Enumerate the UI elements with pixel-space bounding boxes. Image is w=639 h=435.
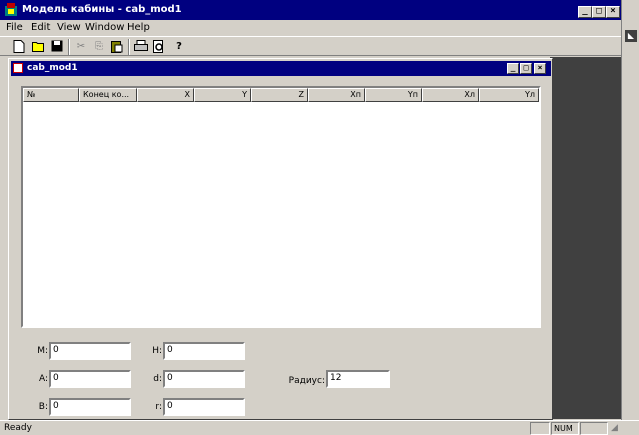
- column-yl[interactable]: Yл: [479, 88, 539, 102]
- list-header: № Конец ко... X Y Z Xп Yп Xл Yл: [23, 88, 539, 102]
- child-close-button[interactable]: ×: [534, 63, 546, 74]
- child-title: cab_mod1: [27, 63, 78, 73]
- paste-icon[interactable]: [110, 40, 124, 54]
- radius-input[interactable]: 12: [326, 370, 390, 388]
- column-number[interactable]: №: [23, 88, 79, 102]
- field-a-input[interactable]: 0: [49, 370, 131, 388]
- menu-help[interactable]: Help: [127, 22, 150, 33]
- field-r-label: r:: [155, 402, 162, 412]
- child-maximize-button[interactable]: □: [520, 63, 532, 74]
- field-m-label: M:: [37, 346, 48, 356]
- child-minimize-button[interactable]: _: [507, 63, 519, 74]
- app-title: Модель кабины - cab_mod1: [22, 4, 182, 15]
- status-pane-scroll: [580, 422, 608, 435]
- menu-view[interactable]: View: [57, 22, 81, 33]
- copy-icon[interactable]: ⎘: [92, 40, 106, 54]
- save-icon[interactable]: [50, 40, 64, 54]
- menu-bar: File Edit View Window Help: [0, 20, 621, 36]
- new-icon[interactable]: [12, 40, 26, 54]
- print-icon[interactable]: [134, 40, 148, 54]
- child-title-bar[interactable]: cab_mod1 _ □ ×: [11, 61, 551, 76]
- column-x[interactable]: X: [137, 88, 194, 102]
- menu-edit[interactable]: Edit: [31, 22, 50, 33]
- field-a-label: A:: [38, 374, 48, 384]
- help-icon[interactable]: ?: [172, 40, 186, 54]
- app-title-bar[interactable]: Модель кабины - cab_mod1 _ □ ×: [0, 0, 639, 20]
- toolbar: ✂ ⎘ ?: [0, 36, 621, 56]
- maximize-button[interactable]: □: [592, 6, 606, 18]
- column-xl[interactable]: Xл: [422, 88, 479, 102]
- points-list[interactable]: № Конец ко... X Y Z Xп Yп Xл Yл: [21, 86, 541, 328]
- toolbar-separator: [68, 39, 70, 55]
- close-button[interactable]: ×: [606, 6, 620, 18]
- cut-icon[interactable]: ✂: [74, 40, 88, 54]
- print-preview-icon[interactable]: [152, 40, 166, 54]
- field-h-input[interactable]: 0: [163, 342, 245, 360]
- field-b-label: B:: [38, 402, 48, 412]
- radius-label: Радиус:: [288, 376, 325, 386]
- open-icon[interactable]: [32, 40, 46, 54]
- field-d-input[interactable]: 0: [163, 370, 245, 388]
- menu-file[interactable]: File: [6, 22, 23, 33]
- resize-grip[interactable]: ◢: [611, 423, 623, 435]
- status-pane-num: NUM: [551, 422, 579, 435]
- mdi-client-area: [550, 57, 621, 419]
- column-z[interactable]: Z: [251, 88, 308, 102]
- column-xp[interactable]: Xп: [308, 88, 365, 102]
- status-text: Ready: [4, 423, 32, 433]
- field-r-input[interactable]: 0: [163, 398, 245, 416]
- desktop-icon: ◣: [625, 30, 637, 42]
- field-h-label: H:: [152, 346, 162, 356]
- status-pane-caps: [530, 422, 550, 435]
- field-m-input[interactable]: 0: [49, 342, 131, 360]
- column-y[interactable]: Y: [194, 88, 251, 102]
- menu-window[interactable]: Window: [85, 22, 124, 33]
- app-icon: [5, 3, 17, 16]
- field-b-input[interactable]: 0: [49, 398, 131, 416]
- column-yp[interactable]: Yп: [365, 88, 422, 102]
- field-d-label: d:: [153, 374, 162, 384]
- document-icon: [13, 63, 23, 73]
- desktop-strip: ◣: [621, 0, 639, 420]
- toolbar-separator: [128, 39, 130, 55]
- column-end[interactable]: Конец ко...: [79, 88, 137, 102]
- minimize-button[interactable]: _: [578, 6, 592, 18]
- status-bar: Ready NUM ◢: [0, 420, 639, 435]
